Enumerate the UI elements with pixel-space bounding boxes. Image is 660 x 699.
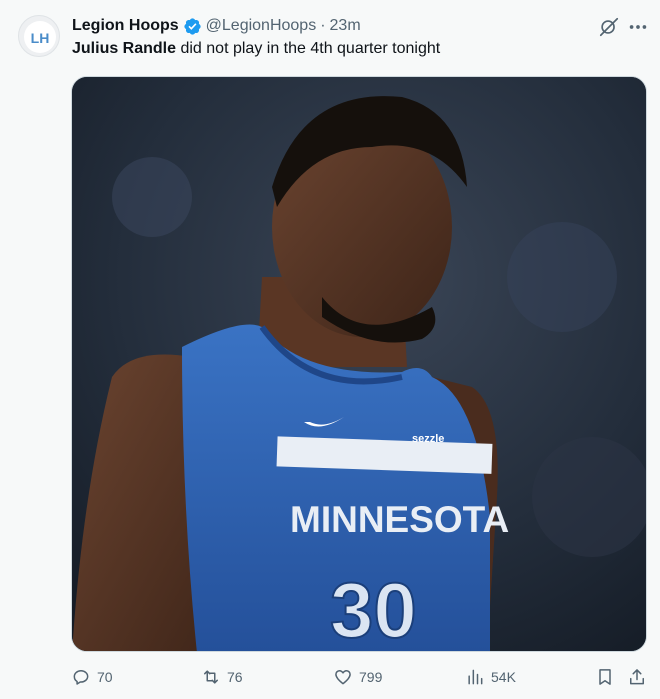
tweet-actions: 70 76 799 54K bbox=[71, 666, 651, 690]
avatar-letters: LH bbox=[31, 30, 50, 46]
jersey-text: MINNESOTA bbox=[290, 499, 509, 540]
tweet-text: Julius Randle did not play in the 4th qu… bbox=[72, 40, 440, 58]
tweet-image[interactable]: sezzle MINNESOTA 30 bbox=[71, 76, 647, 652]
timestamp[interactable]: 23m bbox=[330, 17, 361, 35]
repost-button[interactable]: 76 bbox=[201, 666, 243, 688]
like-count: 799 bbox=[359, 669, 383, 685]
repost-count: 76 bbox=[227, 669, 243, 685]
author-handle[interactable]: @LegionHoops bbox=[206, 17, 317, 35]
tweet[interactable]: LH Legion Hoops @LegionHoops · 23m Juliu… bbox=[0, 0, 660, 699]
jersey-number: 30 bbox=[330, 566, 417, 652]
tweet-text-rest: did not play in the 4th quarter tonight bbox=[176, 40, 441, 57]
verified-badge-icon bbox=[184, 17, 201, 35]
reply-button[interactable]: 70 bbox=[71, 666, 113, 688]
bookmark-button[interactable] bbox=[595, 666, 615, 688]
avatar[interactable]: LH bbox=[18, 15, 60, 57]
bookmark-icon bbox=[599, 669, 611, 685]
tweet-header: Legion Hoops @LegionHoops · 23m bbox=[72, 15, 361, 37]
like-button[interactable]: 799 bbox=[333, 666, 382, 688]
share-icon bbox=[630, 669, 644, 685]
separator-dot: · bbox=[320, 17, 326, 34]
views-icon bbox=[468, 669, 483, 685]
legion-hoops-logo: LH bbox=[24, 21, 56, 53]
share-button[interactable] bbox=[627, 666, 647, 688]
reply-icon bbox=[73, 670, 89, 685]
tweet-text-bold: Julius Randle bbox=[72, 40, 177, 57]
sponsor-patch: sezzle bbox=[412, 433, 444, 445]
views-count: 54K bbox=[491, 669, 516, 685]
views-button[interactable]: 54K bbox=[465, 666, 516, 688]
more-icon[interactable] bbox=[627, 16, 649, 38]
author-name[interactable]: Legion Hoops bbox=[72, 17, 179, 35]
grok-icon[interactable] bbox=[598, 16, 620, 38]
heart-icon bbox=[335, 670, 351, 685]
repost-icon bbox=[204, 670, 218, 684]
reply-count: 70 bbox=[97, 669, 113, 685]
